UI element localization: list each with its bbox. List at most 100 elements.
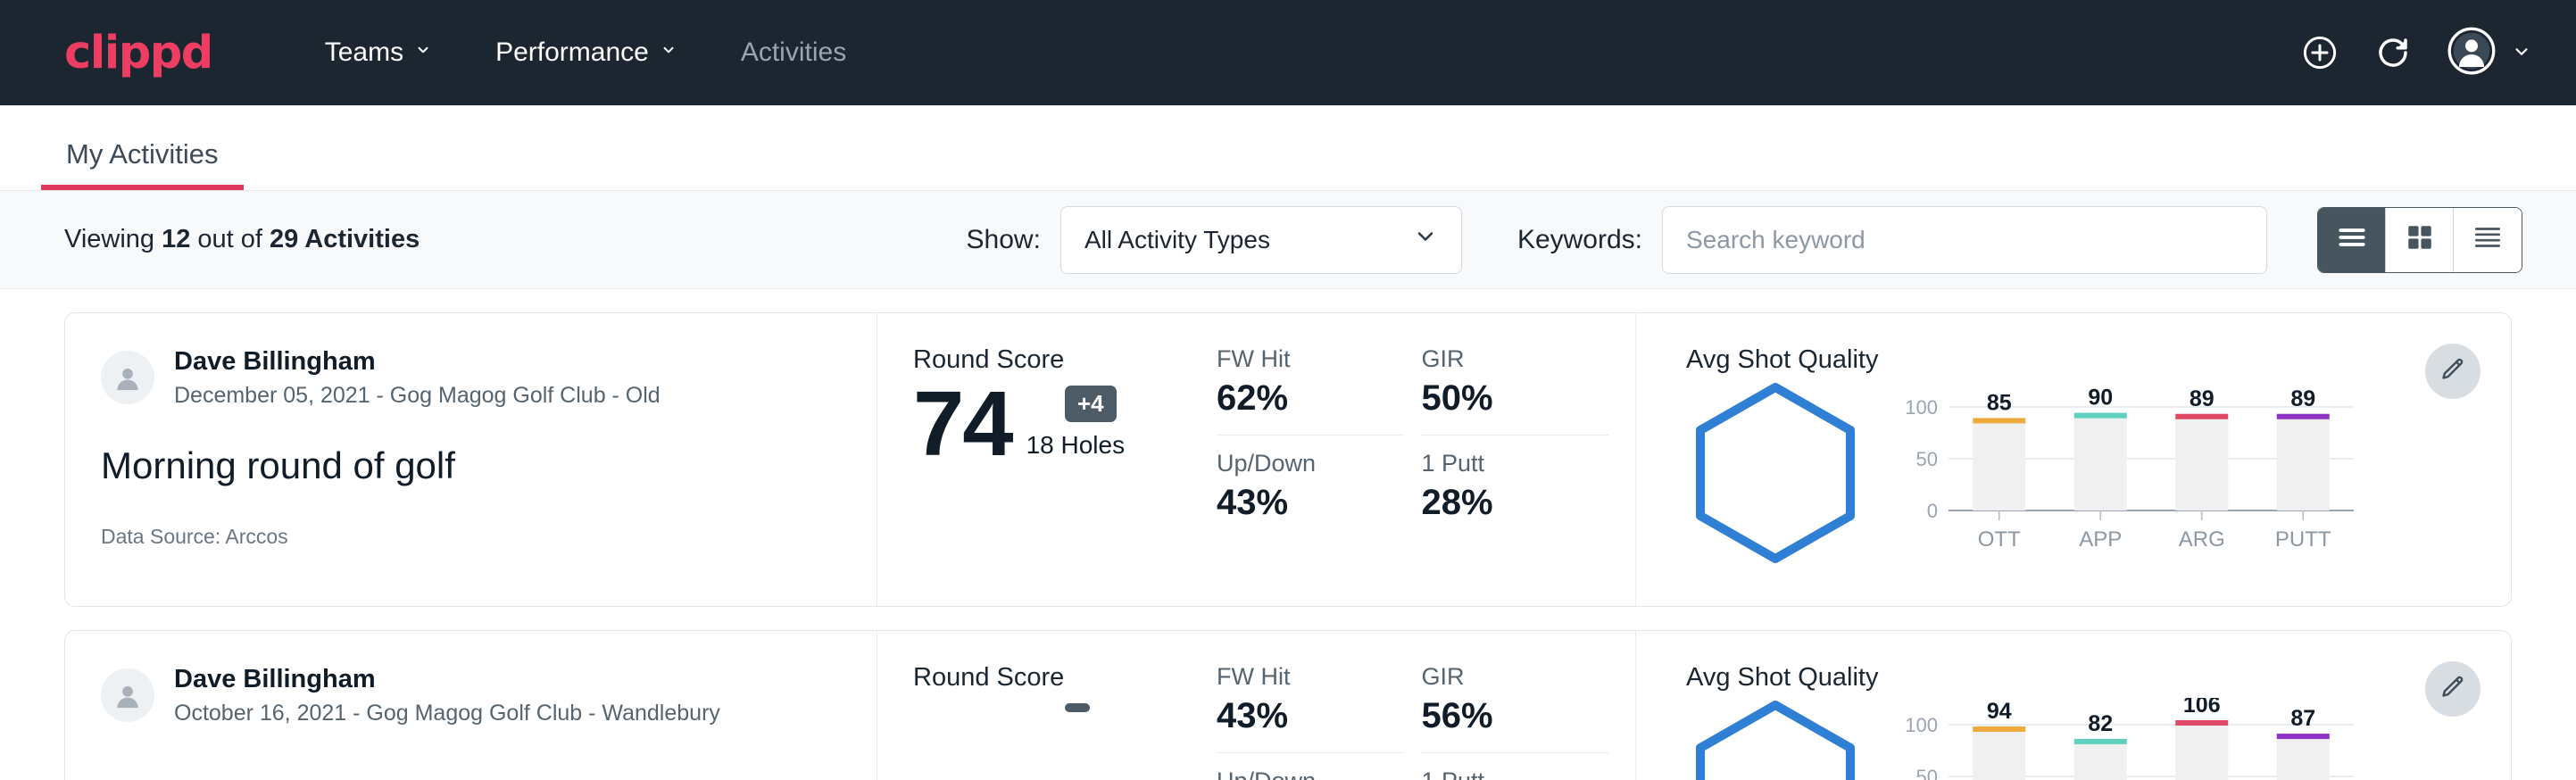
list-view-icon	[2335, 220, 2369, 259]
player-info: Dave Billingham October 16, 2021 - Gog M…	[174, 663, 720, 728]
main-nav-links: Teams Performance Activities	[293, 37, 878, 68]
nav-item-performance-label: Performance	[495, 37, 649, 68]
show-label: Show:	[967, 225, 1041, 255]
activity-meta: October 16, 2021 - Gog Magog Golf Club -…	[174, 699, 720, 728]
keywords-label: Keywords:	[1517, 225, 1642, 255]
activity-card[interactable]: Dave Billingham October 16, 2021 - Gog M…	[64, 630, 2512, 780]
stat-fw-hit: FW Hit 62%	[1217, 345, 1404, 436]
nav-item-teams-label: Teams	[325, 37, 403, 68]
player-row: Dave Billingham October 16, 2021 - Gog M…	[101, 663, 841, 728]
shot-quality-bar-chart: 05010085OTT90APP89ARG89PUTT	[1897, 380, 2379, 563]
svg-text:50: 50	[1916, 766, 1938, 780]
svg-text:ARG: ARG	[2179, 527, 2225, 552]
score-to-par-badge: +4	[1065, 386, 1117, 422]
round-score-label: Round Score	[913, 345, 1217, 375]
stat-label: Up/Down	[1217, 450, 1363, 477]
tab-strip: My Activities	[0, 105, 2576, 191]
chevron-down-icon	[2512, 42, 2528, 58]
round-score-label: Round Score	[913, 663, 1217, 693]
player-row: Dave Billingham December 05, 2021 - Gog …	[101, 345, 841, 411]
clippd-logo[interactable]: clippd	[64, 27, 212, 79]
filter-controls: Show: All Activity Types Keywords:	[967, 206, 2522, 274]
grid-view-icon	[2405, 222, 2435, 257]
stat-up-down: Up/Down	[1217, 768, 1404, 780]
viewing-count-text: Viewing 12 out of 29 Activities	[64, 225, 420, 254]
avg-shot-quality-panel: Avg Shot Quality 89 05010085OTT90APP89AR…	[1636, 313, 2511, 606]
edit-activity-button[interactable]	[2425, 661, 2480, 717]
avg-shot-quality-label: Avg Shot Quality	[1686, 345, 2511, 375]
player-name: Dave Billingham	[174, 663, 720, 695]
view-mode-list-button[interactable]	[2318, 208, 2386, 272]
chevron-down-icon	[415, 42, 431, 58]
plus-circle-icon[interactable]	[2301, 34, 2339, 71]
tab-my-activities[interactable]: My Activities	[41, 138, 244, 190]
stat-value: 50%	[1422, 378, 1568, 419]
account-menu[interactable]	[2447, 27, 2528, 79]
nav-item-performance[interactable]: Performance	[463, 37, 709, 68]
refresh-icon[interactable]	[2374, 34, 2412, 71]
viewing-count: 12	[162, 225, 190, 253]
viewing-prefix: Viewing	[64, 225, 162, 253]
stat-up-down: Up/Down 43%	[1217, 450, 1404, 523]
edit-activity-button[interactable]	[2425, 344, 2480, 399]
activity-card-list: Dave Billingham December 05, 2021 - Gog …	[0, 289, 2576, 780]
activity-card[interactable]: Dave Billingham December 05, 2021 - Gog …	[64, 312, 2512, 607]
player-info: Dave Billingham December 05, 2021 - Gog …	[174, 345, 661, 411]
shot-quality-hexagon	[1686, 698, 1874, 780]
nav-item-teams[interactable]: Teams	[293, 37, 463, 68]
chevron-down-icon	[661, 42, 677, 58]
tab-my-activities-label: My Activities	[66, 138, 219, 170]
nav-actions	[2301, 27, 2528, 79]
round-score-row	[913, 698, 1217, 707]
stat-label: 1 Putt	[1422, 768, 1568, 780]
stat-label: FW Hit	[1217, 345, 1363, 373]
svg-text:90: 90	[2088, 386, 2113, 411]
stat-label: GIR	[1422, 663, 1568, 691]
svg-text:PUTT: PUTT	[2275, 527, 2331, 552]
stat-one-putt: 1 Putt	[1422, 768, 1609, 780]
svg-text:0: 0	[1927, 500, 1938, 522]
svg-text:106: 106	[2183, 698, 2221, 718]
pencil-icon	[2439, 674, 2466, 705]
stat-label: GIR	[1422, 345, 1568, 373]
activity-type-select[interactable]: All Activity Types	[1060, 206, 1462, 274]
viewing-total: 29 Activities	[270, 225, 420, 253]
top-navigation-bar: clippd Teams Performance Activities	[0, 0, 2576, 105]
stat-value: 43%	[1217, 696, 1363, 736]
svg-text:89: 89	[2190, 386, 2215, 411]
svg-text:100: 100	[1905, 396, 1938, 419]
round-score-panel: Round Score	[877, 631, 1217, 780]
avg-shot-quality-body: 89 05010085OTT90APP89ARG89PUTT	[1686, 380, 2511, 570]
view-mode-toggle-group	[2317, 207, 2522, 273]
svg-text:50: 50	[1916, 448, 1938, 470]
avg-shot-quality-label: Avg Shot Quality	[1686, 663, 2511, 693]
view-mode-compact-button[interactable]	[2454, 208, 2522, 272]
nav-item-activities[interactable]: Activities	[709, 37, 878, 68]
stat-value: 56%	[1422, 696, 1568, 736]
stat-label: Up/Down	[1217, 768, 1363, 780]
avg-shot-quality-panel: Avg Shot Quality 05010094OTT82APP106ARG8…	[1636, 631, 2511, 780]
stat-value: 43%	[1217, 483, 1363, 523]
activity-type-select-value: All Activity Types	[1084, 226, 1270, 254]
svg-text:OTT: OTT	[1978, 527, 2021, 552]
avg-shot-quality-body: 05010094OTT82APP106ARG87PUTT	[1686, 698, 2511, 780]
avatar	[101, 351, 154, 404]
stat-value: 62%	[1217, 378, 1363, 419]
activity-summary: Dave Billingham October 16, 2021 - Gog M…	[65, 631, 877, 780]
svg-text:100: 100	[1905, 714, 1938, 736]
round-score-panel: Round Score 74 +4 18 Holes	[877, 313, 1217, 606]
stat-label: 1 Putt	[1422, 450, 1568, 477]
holes-played: 18 Holes	[1026, 431, 1126, 469]
search-input[interactable]	[1662, 206, 2267, 274]
nav-item-activities-label: Activities	[741, 37, 846, 68]
player-name: Dave Billingham	[174, 345, 661, 378]
stat-value: 28%	[1422, 483, 1568, 523]
view-mode-grid-button[interactable]	[2386, 208, 2454, 272]
activity-data-source: Data Source: Arccos	[101, 525, 841, 549]
stat-gir: GIR 50%	[1422, 345, 1609, 436]
svg-text:82: 82	[2088, 711, 2113, 736]
svg-text:87: 87	[2290, 706, 2315, 731]
svg-text:89: 89	[2290, 386, 2315, 411]
activity-summary: Dave Billingham December 05, 2021 - Gog …	[65, 313, 877, 606]
chevron-down-icon	[1413, 224, 1438, 255]
